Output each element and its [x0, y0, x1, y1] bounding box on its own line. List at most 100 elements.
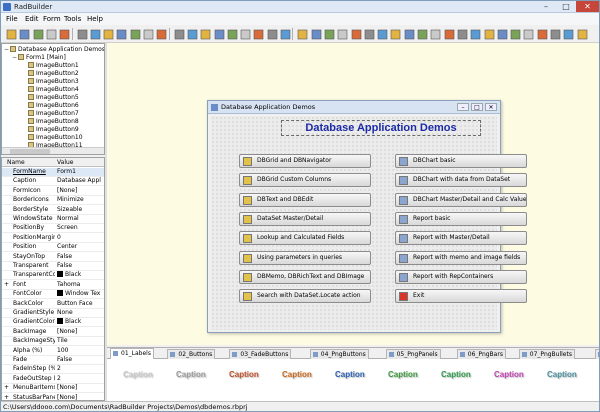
toolbar-page-button[interactable]	[114, 27, 127, 40]
property-row[interactable]: BorderStyle Sizeable	[2, 206, 104, 215]
property-row[interactable]: Transparent False	[2, 262, 104, 271]
property-value[interactable]: Form1	[57, 168, 104, 176]
toolbar-list-button[interactable]	[402, 27, 415, 40]
toolbar-combo-button[interactable]	[521, 27, 534, 40]
toolbar-text-button[interactable]	[212, 27, 225, 40]
property-row[interactable]: FontColor Window Tex	[2, 290, 104, 300]
property-row[interactable]: PositionMargin 0	[2, 234, 104, 243]
toolbar-list-button[interactable]	[508, 27, 521, 40]
tab-buttons[interactable]: 02_Buttons	[167, 349, 216, 359]
demo-button[interactable]: DBMemo, DBRichText and DBImage	[239, 269, 371, 284]
demo-button[interactable]: DBText and DBEdit	[239, 192, 371, 207]
form-client-area[interactable]: Database Application Demos DBGrid and DB…	[211, 116, 527, 330]
toolbar-label-button[interactable]	[322, 27, 335, 40]
demo-button[interactable]: Exit	[395, 289, 527, 304]
toolbar-run-button[interactable]	[44, 27, 57, 40]
toolbar-edit-button[interactable]	[335, 27, 348, 40]
property-row[interactable]: FormIcon [None]	[2, 187, 104, 196]
property-row[interactable]: Position Center	[2, 243, 104, 253]
tab-shapes[interactable]: 08_Shapes	[594, 349, 599, 359]
property-grid[interactable]: Name Value FormName Form1 Caption Database …	[1, 157, 105, 401]
tab-pngpanels[interactable]: 05_PngPanels	[385, 349, 441, 359]
property-value[interactable]: [None]	[57, 384, 104, 392]
property-value[interactable]: [None]	[57, 187, 104, 195]
demo-button[interactable]: Report with RepContainers	[395, 269, 527, 284]
tree-item-1[interactable]: ImageButton1	[28, 62, 79, 70]
caption-label-sample[interactable]: Caption	[388, 370, 418, 380]
tree-item-3[interactable]: ImageButton3	[28, 78, 79, 86]
property-row[interactable]: + Font Tahoma	[2, 281, 104, 290]
tree-horizontal-scrollbar[interactable]	[2, 147, 104, 154]
property-value[interactable]: Black	[57, 271, 104, 279]
close-button[interactable]: ✕	[576, 1, 599, 12]
toolbar-page-button[interactable]	[141, 27, 154, 40]
property-row[interactable]: BackImageStyleTile	[2, 337, 104, 347]
toolbar-move-button[interactable]	[238, 27, 251, 40]
property-value[interactable]: Sizeable	[57, 206, 104, 214]
demo-button[interactable]: DBGrid Custom Columns	[239, 173, 371, 188]
property-row[interactable]: Fade False	[2, 356, 104, 365]
tree-form[interactable]: − Form1 [Main]	[12, 54, 66, 62]
form-heading-label[interactable]: Database Application Demos	[281, 120, 481, 136]
caption-label-sample[interactable]: Caption	[547, 370, 577, 380]
tree-item-9[interactable]: ImageButton9	[28, 126, 79, 134]
property-row[interactable]: GradientColor Black	[2, 318, 104, 328]
toolbar-page-button[interactable]	[154, 27, 167, 40]
caption-label-sample[interactable]: Caption	[494, 370, 524, 380]
toolbar-list-button[interactable]	[388, 27, 401, 40]
tree-item-7[interactable]: ImageButton7	[28, 110, 79, 118]
property-value[interactable]: [None]	[57, 328, 104, 336]
tree-item-8[interactable]: ImageButton8	[28, 118, 79, 126]
property-value[interactable]: Normal	[57, 215, 104, 223]
tab-pngbullets[interactable]: 07_PngBullets	[518, 349, 575, 359]
property-value[interactable]: False	[57, 253, 104, 261]
tree-item-6[interactable]: ImageButton6	[28, 102, 79, 110]
toolbar-check-button[interactable]	[428, 27, 441, 40]
toolbar-memo-button[interactable]	[349, 27, 362, 40]
toolbar-help-button[interactable]	[575, 27, 588, 40]
property-value[interactable]: Window Tex	[57, 290, 104, 298]
menu-file[interactable]: File	[4, 14, 20, 24]
toolbar-radio-button[interactable]	[442, 27, 455, 40]
toolbar-font-t-button[interactable]	[309, 27, 322, 40]
toolbar-page-button[interactable]	[128, 27, 141, 40]
property-row[interactable]: FormName Form1	[2, 168, 104, 177]
property-row[interactable]: PositionBy Screen	[2, 224, 104, 234]
property-row[interactable]: FadeInStep (% 2	[2, 365, 104, 375]
maximize-button[interactable]: □	[556, 1, 576, 12]
tab-pngbars[interactable]: 06_PngBars	[456, 349, 506, 359]
property-value[interactable]: False	[57, 356, 104, 364]
property-row[interactable]: FadeOutStep (%2	[2, 375, 104, 384]
toolbar-rect-button[interactable]	[265, 27, 278, 40]
property-value[interactable]: 2	[57, 375, 104, 383]
tree-item-5[interactable]: ImageButton5	[28, 94, 79, 102]
caption-label-sample[interactable]: Caption	[229, 370, 259, 380]
toolbar-image-button[interactable]	[468, 27, 481, 40]
caption-label-sample[interactable]: Caption	[335, 370, 365, 380]
toolbar-new-button[interactable]	[4, 27, 17, 40]
property-row[interactable]: StayOnTop False	[2, 253, 104, 262]
toolbar-paste-button[interactable]	[101, 27, 114, 40]
caption-label-sample[interactable]: Caption	[176, 370, 206, 380]
property-value[interactable]: Button Face	[57, 300, 104, 308]
menu-help[interactable]: Help	[85, 14, 105, 24]
property-value[interactable]: Tahoma	[57, 281, 104, 289]
expand-icon[interactable]: +	[4, 394, 9, 400]
property-row[interactable]: TransparentCo Black	[2, 271, 104, 281]
expand-icon[interactable]: +	[4, 281, 9, 289]
property-value[interactable]: 100	[57, 347, 104, 355]
property-value[interactable]: 2	[57, 365, 104, 373]
property-value[interactable]: False	[57, 262, 104, 270]
tree-item-2[interactable]: ImageButton2	[28, 70, 79, 78]
property-row[interactable]: + StatusBarPane [None]	[2, 394, 104, 400]
property-value[interactable]: None	[57, 309, 104, 317]
property-value[interactable]: 0	[57, 234, 104, 242]
tab-labels[interactable]: 01_Labels	[110, 348, 154, 359]
toolbar-slider-button[interactable]	[535, 27, 548, 40]
property-value[interactable]: Center	[57, 243, 104, 251]
toolbar-rect-button[interactable]	[278, 27, 291, 40]
toolbar-panel-button[interactable]	[362, 27, 375, 40]
toolbar-open-button[interactable]	[17, 27, 30, 40]
property-value[interactable]: Minimize	[57, 196, 104, 204]
toolbar-text-button[interactable]	[375, 27, 388, 40]
